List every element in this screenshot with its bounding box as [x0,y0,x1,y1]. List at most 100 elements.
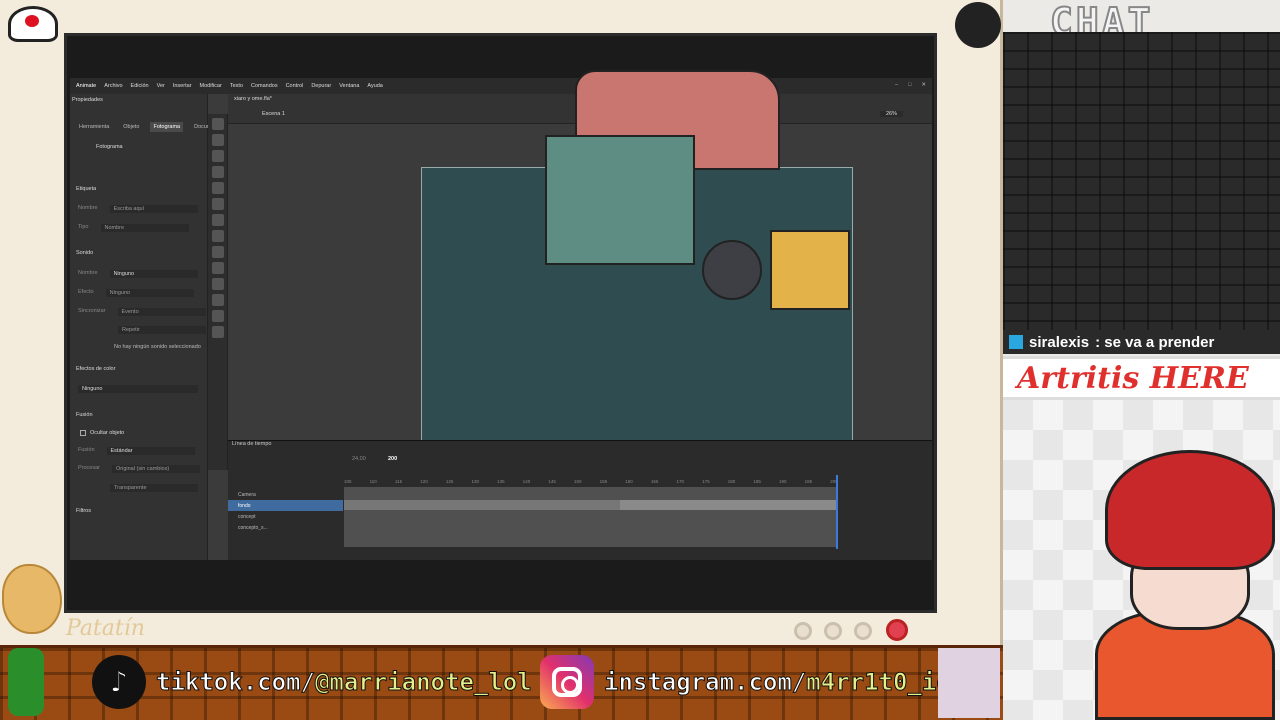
brush-tool-icon[interactable] [211,182,224,194]
eraser-tool-icon[interactable] [211,198,224,210]
current-frame-field[interactable]: 200 [388,456,397,462]
fps-field[interactable]: 24,00 [352,456,366,462]
stool-artwork [702,240,762,300]
type-select[interactable]: Nombre [100,224,189,232]
box-artwork [770,230,850,310]
lasso-tool-icon[interactable] [211,150,224,162]
instagram-prefix: instagram.com/ [603,668,807,697]
layer-name: fondo [238,502,251,509]
menu-ayuda[interactable]: Ayuda [367,83,383,89]
blend-select[interactable]: Estándar [106,447,195,455]
name-field[interactable]: Escriba aquí [109,205,198,213]
ruler-tick: 170 [676,479,684,484]
menu-ventana[interactable]: Ventana [339,83,359,89]
zoom-field[interactable]: 26% [880,111,904,117]
ruler-tick: 105 [344,479,352,484]
text-tool-icon[interactable] [211,262,224,274]
no-sound-note: No hay ningún sonido seleccionado [114,344,201,350]
timeline-ruler[interactable]: 105 110 115 120 125 130 135 140 145 150 … [344,479,838,484]
tab-fotograma[interactable]: Fotograma [150,122,184,132]
keyframe-span[interactable] [620,500,838,510]
subselect-tool-icon[interactable] [211,134,224,146]
window-controls: – □ ✕ [895,82,926,88]
keyframe-span[interactable] [344,500,620,510]
tiktok-handle: @marrianote_lol [314,668,532,697]
hide-object-checkbox[interactable] [80,430,86,436]
menu-modificar[interactable]: Modificar [200,83,222,89]
ruler-tick: 125 [445,479,454,484]
select-tool-icon[interactable] [211,118,224,130]
ruler-tick: 120 [420,479,428,484]
ruler-tick: 165 [650,479,659,484]
power-icon [886,619,908,641]
tab-herramienta[interactable]: Herramienta [76,122,112,132]
layer-row-fondo[interactable]: fondo [228,500,343,511]
tiktok-prefix: tiktok.com/ [156,668,316,697]
close-icon[interactable]: ✕ [921,82,926,88]
menu-ver[interactable]: Ver [157,83,165,89]
label-section[interactable]: Etiqueta [76,186,96,192]
minimize-icon[interactable]: – [895,82,898,88]
ruler-tick: 185 [753,479,761,484]
luigi-sprite-icon [8,648,44,716]
ruler-tick: 135 [497,479,505,484]
scene-selector[interactable]: Escena 1 [262,111,285,117]
layer-row-camera[interactable]: Camera [228,489,343,500]
blend-section[interactable]: Fusión [76,412,93,418]
blend-label: Fusión [78,447,95,453]
menu-archivo[interactable]: Archivo [104,83,122,89]
hide-object-row[interactable]: Ocultar objeto [80,430,124,436]
menu-comandos[interactable]: Comandos [251,83,278,89]
patatin-label: Patatín [66,616,145,641]
instagram-link: instagram.com/m4rr1t0_ig/ [540,655,966,709]
layer-name: Camera [238,491,256,498]
menu-control[interactable]: Control [286,83,304,89]
rectangle-tool-icon[interactable] [211,214,224,226]
sound-section[interactable]: Sonido [76,250,93,256]
zoom-tool-icon[interactable] [211,326,224,338]
sync-select[interactable]: Evento [117,308,206,316]
menu-depurar[interactable]: Depurar [311,83,331,89]
maximize-icon[interactable]: □ [908,82,911,88]
color-effect-select[interactable]: Ninguno [78,385,198,393]
line-tool-icon[interactable] [211,230,224,242]
hand-tool-icon[interactable] [211,310,224,322]
sync-label: Sincronizar [78,308,106,314]
sound-name-select[interactable]: Ninguno [109,270,198,278]
render-select[interactable]: Original (sin cambios) [112,465,201,473]
transparency-select[interactable]: Transparente [110,484,198,492]
chat-message: siralexis : se va a prender [1003,330,1280,354]
tab-objeto[interactable]: Objeto [120,122,142,132]
filters-section[interactable]: Filtros [76,508,91,514]
ruler-tick: 130 [471,479,479,484]
effect-select[interactable]: Ninguno [105,289,194,297]
chat-username: siralexis [1029,333,1090,351]
layer-row-concepto[interactable]: concepto_s... [228,522,343,533]
color-section[interactable]: Efectos de color [76,366,115,372]
document-tab[interactable]: xiaro y ome.fla* [234,96,272,102]
layer-name: concept [238,513,256,520]
ruler-tick: 140 [522,479,531,484]
timeline-panel: Línea de tiempo 24,00 200 105 110 115 12… [228,440,932,560]
frames-grid[interactable] [344,487,838,547]
repeat-select[interactable]: Repetir [118,326,206,334]
menu-texto[interactable]: Texto [230,83,243,89]
playhead[interactable] [836,475,838,549]
eyedropper-icon[interactable] [211,294,224,306]
app-brand[interactable]: Animate [76,83,96,89]
pen-tool-icon[interactable] [211,166,224,178]
ruler-tick: 195 [804,479,813,484]
chat-box [1003,32,1280,332]
indicator-dot [794,622,812,640]
effect-label: Efecto [78,289,94,295]
ruler-tick: 155 [599,479,608,484]
layer-row-concept[interactable]: concept [228,511,343,522]
properties-panel: Propiedades Herramienta Objeto Fotograma… [70,94,222,560]
menu-edicion[interactable]: Edición [131,83,149,89]
paint-bucket-icon[interactable] [211,278,224,290]
layer-name: concepto_s... [238,524,268,531]
hide-object-label: Ocultar objeto [90,430,125,436]
timeline-title: Línea de tiempo [232,441,272,447]
menu-insertar[interactable]: Insertar [173,83,192,89]
pencil-tool-icon[interactable] [211,246,224,258]
